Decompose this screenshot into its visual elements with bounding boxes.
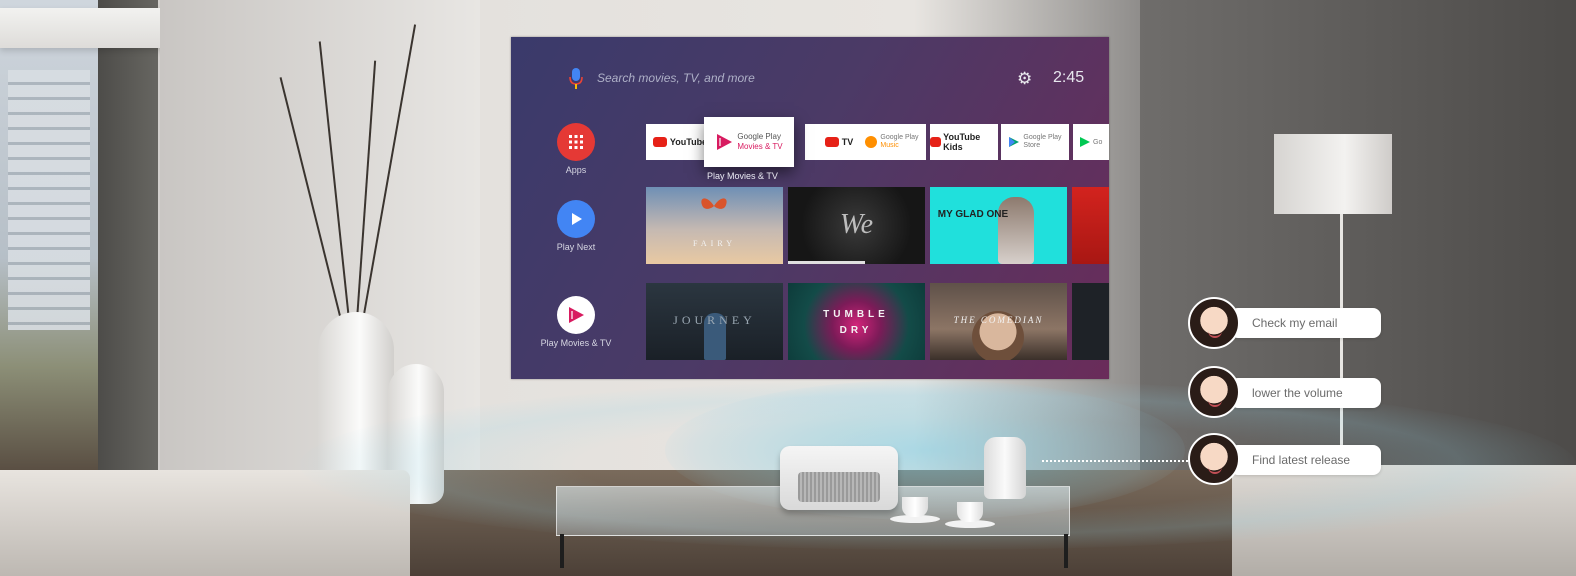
- butterfly-icon: [701, 198, 727, 209]
- avatar-smile: [1208, 330, 1222, 338]
- focused-app-caption: Play Movies & TV: [707, 171, 778, 181]
- app-label: Google Play: [880, 134, 919, 141]
- city-building: [8, 70, 90, 330]
- play-music-icon: [865, 136, 878, 148]
- microphone-icon[interactable]: [569, 68, 583, 90]
- coffee-cup: [902, 497, 928, 517]
- tile-title: JOURNEY: [673, 313, 756, 327]
- user-avatar: [1188, 366, 1240, 418]
- tile-title: FAIRY: [693, 239, 736, 248]
- voice-command-text: Check my email: [1252, 316, 1338, 330]
- content-tile[interactable]: MY GLAD ONE: [930, 187, 1067, 264]
- play-store-icon: [1009, 137, 1020, 147]
- tile-title: We: [839, 209, 874, 240]
- nav-play-movies[interactable]: Play Movies & TV: [531, 296, 621, 348]
- nav-label: Play Movies & TV: [540, 338, 612, 348]
- app-label: Go: [1093, 138, 1103, 146]
- app-label: TV: [841, 137, 854, 147]
- content-tile[interactable]: [1072, 283, 1109, 360]
- window: [0, 0, 105, 470]
- voice-command-bubble: Check my email: [1230, 308, 1381, 338]
- tile-title: THE COMEDIAN: [953, 315, 1044, 325]
- app-label: Google Play: [1023, 134, 1062, 141]
- play-games-icon: [1080, 137, 1090, 147]
- app-youtube-kids[interactable]: YouTube Kids: [930, 124, 998, 160]
- grid-icon: [557, 123, 595, 161]
- app-play-store[interactable]: Google Play Store: [1001, 124, 1069, 160]
- app-label: YouTube: [669, 137, 708, 147]
- tile-title: MY GLAD ONE: [937, 209, 1009, 220]
- play-movies-icon: [717, 134, 733, 150]
- app-label: YouTube Kids: [943, 132, 981, 152]
- nav-play-next[interactable]: Play Next: [531, 200, 621, 252]
- content-tile[interactable]: THE COMEDIAN: [930, 283, 1067, 360]
- content-tile[interactable]: TUMBLE DRY: [788, 283, 925, 360]
- window-frame: [98, 0, 158, 470]
- youtube-logo-icon: [824, 137, 839, 147]
- floor-lamp-shade: [1274, 134, 1392, 214]
- content-tile[interactable]: JOURNEY: [646, 283, 783, 360]
- nav-apps[interactable]: Apps: [531, 123, 621, 175]
- user-avatar: [1188, 297, 1240, 349]
- voice-command-text: lower the volume: [1252, 386, 1343, 400]
- smart-speaker: [984, 437, 1026, 499]
- app-sublabel: Music: [880, 142, 899, 149]
- android-tv-screen: Search movies, TV, and more ⚙ 2:45 Apps …: [511, 37, 1109, 379]
- window-blind: [0, 8, 185, 48]
- app-play-movies-focused[interactable]: Google Play Movies & TV: [704, 117, 794, 167]
- app-sublabel: Movies & TV: [737, 142, 783, 151]
- voice-connection-line: [1042, 460, 1188, 462]
- avatar-smile: [1208, 399, 1222, 407]
- app-play-games[interactable]: Go: [1073, 124, 1109, 160]
- youtube-logo-icon: [652, 137, 667, 147]
- nav-label: Play Next: [556, 242, 596, 252]
- voice-command-text: Find latest release: [1252, 453, 1351, 467]
- voice-command-bubble: lower the volume: [1230, 378, 1381, 408]
- content-tile[interactable]: We: [788, 187, 925, 264]
- clock: 2:45: [1053, 69, 1085, 86]
- table-leg: [560, 534, 564, 568]
- person-figure: [998, 197, 1034, 264]
- youtube-kids-icon: [930, 137, 942, 147]
- nav-label: Apps: [565, 165, 587, 175]
- play-icon: [557, 200, 595, 238]
- coffee-cup: [957, 502, 983, 522]
- table-leg: [1064, 534, 1068, 568]
- avatar-smile: [1208, 466, 1222, 474]
- play-movies-icon: [557, 296, 595, 334]
- content-tile[interactable]: [1072, 187, 1109, 264]
- user-avatar: [1188, 433, 1240, 485]
- content-tile[interactable]: FAIRY: [646, 187, 783, 264]
- projector-grill: [798, 472, 880, 502]
- projector: [780, 446, 898, 510]
- gear-icon[interactable]: ⚙: [1017, 69, 1032, 89]
- tile-title: TUMBLE DRY: [823, 309, 889, 336]
- app-play-music[interactable]: Google Play Music: [858, 124, 926, 160]
- voice-command-bubble: Find latest release: [1230, 445, 1381, 475]
- app-label: Google Play: [737, 132, 781, 141]
- progress-bar: [788, 261, 865, 264]
- app-sublabel: Store: [1023, 142, 1041, 149]
- search-placeholder[interactable]: Search movies, TV, and more: [597, 71, 755, 85]
